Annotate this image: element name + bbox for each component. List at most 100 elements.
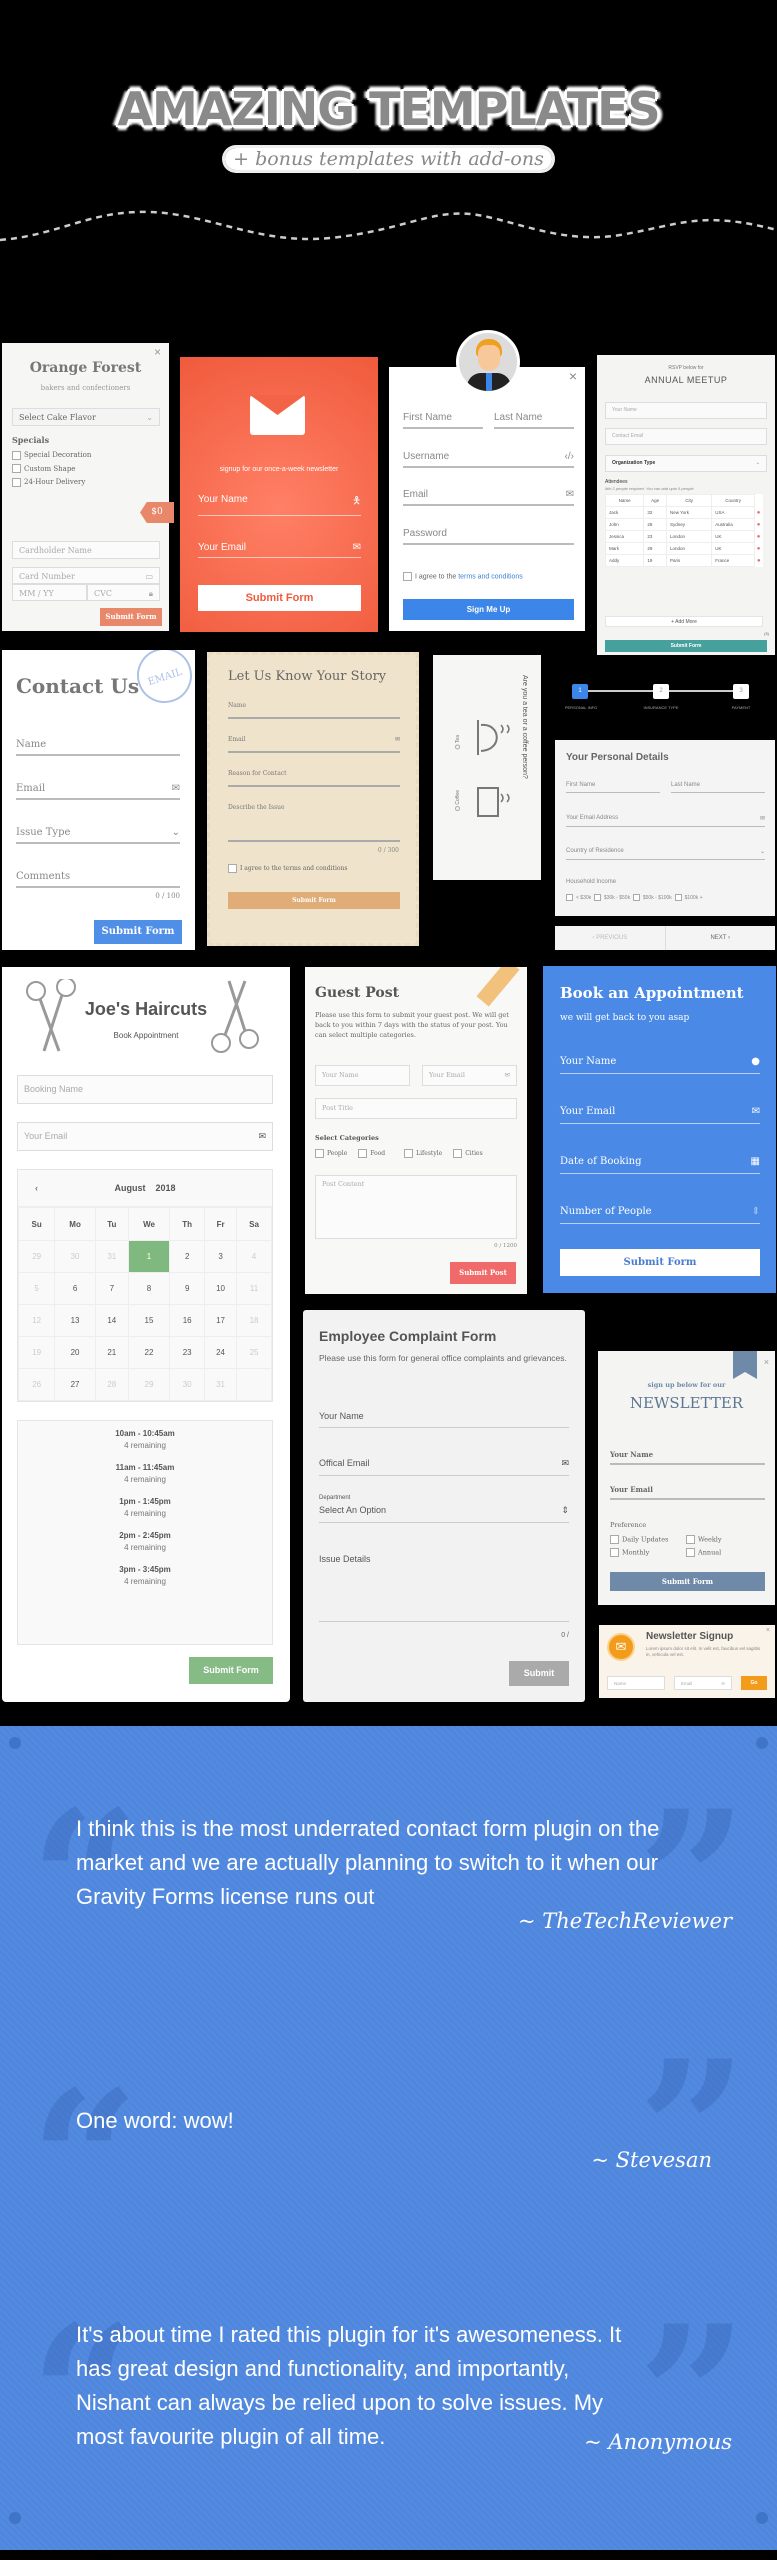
checkbox[interactable] <box>358 1149 368 1158</box>
checkbox[interactable] <box>566 894 573 901</box>
name-input[interactable]: Your Name <box>605 402 767 419</box>
last-name-field[interactable]: Last Name <box>494 412 574 429</box>
email-field[interactable]: Your Email <box>610 1485 765 1500</box>
checkbox[interactable] <box>610 1548 619 1557</box>
checkbox[interactable] <box>686 1548 695 1557</box>
calendar-day[interactable]: 20 <box>54 1336 96 1369</box>
category-option[interactable]: Cities <box>453 1149 483 1158</box>
remove-row-icon[interactable]: ● <box>755 519 763 531</box>
email-input[interactable]: Your Email ✉ <box>422 1065 517 1086</box>
post-title-input[interactable]: Post Title <box>315 1098 517 1119</box>
checkbox[interactable] <box>12 477 21 487</box>
calendar-day[interactable]: 21 <box>94 1336 129 1369</box>
name-field[interactable]: Your Name ● <box>560 1056 760 1074</box>
name-field[interactable]: Your Name <box>610 1450 765 1465</box>
reason-field[interactable]: Reason for Contact <box>228 770 400 787</box>
submit-button[interactable]: Submit Form <box>560 1249 760 1276</box>
calendar-day[interactable]: 6 <box>54 1272 96 1305</box>
sign-up-button[interactable]: Sign Me Up <box>403 599 574 620</box>
calendar-day[interactable]: 10 <box>204 1272 238 1305</box>
email-input[interactable]: Contact Email <box>605 428 767 445</box>
stepper-icon[interactable]: ⇕ <box>752 1206 760 1217</box>
income-option[interactable]: < $30k <box>566 894 591 901</box>
close-button[interactable]: × <box>764 1357 769 1367</box>
submit-button[interactable]: Submit Form <box>605 640 767 652</box>
close-button[interactable]: × <box>766 1627 770 1634</box>
checkbox[interactable] <box>593 894 601 901</box>
calendar-day[interactable]: 1 <box>127 1240 171 1273</box>
submit-button[interactable]: Submit Form <box>198 585 361 611</box>
calendar-day[interactable]: 8 <box>127 1272 171 1305</box>
name-input[interactable]: Name <box>607 1676 665 1690</box>
terms-checkbox-row[interactable]: I agree to the terms and conditions <box>403 572 523 581</box>
checkbox[interactable] <box>404 1149 414 1158</box>
calendar-day[interactable]: 17 <box>204 1304 238 1337</box>
time-slot[interactable]: 10am - 10:45am 4 remaining <box>18 1429 272 1450</box>
issue-details-field[interactable]: Issue Details <box>319 1554 569 1622</box>
cardholder-input[interactable]: Cardholder Name <box>12 541 160 559</box>
checkbox[interactable] <box>403 572 412 581</box>
checkbox[interactable] <box>674 894 682 901</box>
first-name-field[interactable]: First Name <box>566 782 660 793</box>
time-slot[interactable]: 2pm - 2:45pm 4 remaining <box>18 1531 272 1552</box>
cake-flavor-select[interactable]: Select Cake Flavor ⌄ <box>12 408 160 426</box>
close-button[interactable]: × <box>154 345 161 359</box>
time-slot[interactable]: 3pm - 3:45pm 4 remaining <box>18 1565 272 1586</box>
time-slot[interactable]: 1pm - 1:45pm 4 remaining <box>18 1497 272 1518</box>
checkbox[interactable] <box>453 1149 463 1158</box>
country-select[interactable]: Country of Residence ⌄ <box>566 848 765 860</box>
email-field[interactable]: Email ✉ <box>228 736 400 753</box>
preference-option[interactable]: Daily Updates <box>610 1535 686 1544</box>
terms-link[interactable]: terms and conditions <box>458 573 523 580</box>
department-select[interactable]: Select An Option ⇕ <box>319 1505 569 1523</box>
calendar-day[interactable]: 9 <box>169 1272 206 1305</box>
category-option[interactable]: People <box>315 1149 347 1158</box>
special-option[interactable]: 24-Hour Delivery <box>12 476 91 490</box>
cvc-input[interactable]: CVC 🔒︎ <box>87 584 160 601</box>
submit-button[interactable]: Submit <box>509 1661 569 1686</box>
step-2[interactable]: 2 <box>653 684 669 699</box>
calendar-day[interactable]: 23 <box>169 1336 206 1369</box>
remove-row-icon[interactable]: ● <box>755 555 763 567</box>
expiry-input[interactable]: MM / YY <box>12 584 87 601</box>
name-field[interactable]: Your Name 🯅 <box>198 494 361 516</box>
name-field[interactable]: Your Name <box>319 1411 569 1428</box>
submit-button[interactable]: Submit Form <box>228 892 400 909</box>
email-field[interactable]: Offical Email ✉ <box>319 1458 569 1476</box>
add-more-button[interactable]: + Add More <box>605 616 763 627</box>
email-field[interactable]: Your Email ✉ <box>560 1106 760 1124</box>
calendar-day[interactable]: 27 <box>54 1368 96 1401</box>
email-field[interactable]: Your Email Address ✉ <box>566 815 765 827</box>
username-field[interactable]: Username ‹/› <box>403 451 574 468</box>
calendar-day[interactable]: 24 <box>204 1336 238 1369</box>
describe-field[interactable]: Describe the Issue <box>228 804 400 842</box>
calendar-day[interactable]: 3 <box>204 1240 238 1273</box>
calendar-day[interactable]: 14 <box>94 1304 129 1337</box>
terms-checkbox-row[interactable]: I agree to the terms and conditions <box>228 864 347 873</box>
income-option[interactable]: $100k + <box>674 894 703 901</box>
checkbox[interactable] <box>12 450 21 460</box>
password-field[interactable]: Password <box>403 528 574 545</box>
checkbox[interactable] <box>12 464 21 473</box>
go-button[interactable]: Go <box>741 1676 767 1690</box>
submit-button[interactable]: Submit Form <box>610 1572 765 1591</box>
time-slot[interactable]: 11am - 11:45am 4 remaining <box>18 1463 272 1484</box>
issue-type-select[interactable]: Issue Type ⌄ <box>16 827 180 844</box>
checkbox[interactable] <box>228 864 237 873</box>
category-option[interactable]: Lifestyle <box>404 1149 442 1158</box>
org-type-select[interactable]: Organization Type ⌄ <box>605 455 767 472</box>
people-field[interactable]: Number of People ⇕ <box>560 1206 760 1224</box>
step-1[interactable]: 1 <box>572 684 588 699</box>
submit-post-button[interactable]: Submit Post <box>450 1262 516 1284</box>
calendar-day[interactable]: 15 <box>127 1304 171 1337</box>
first-name-field[interactable]: First Name <box>403 412 483 429</box>
remove-row-icon[interactable]: ● <box>755 507 763 519</box>
preference-option[interactable]: Annual <box>686 1548 762 1557</box>
checkbox[interactable] <box>632 894 640 901</box>
email-input[interactable]: Your Email ✉ <box>17 1122 273 1151</box>
submit-button[interactable]: Submit Form <box>94 920 182 944</box>
preference-option[interactable]: Monthly <box>610 1548 686 1557</box>
special-option[interactable]: Custom Shape <box>12 463 91 477</box>
income-option[interactable]: $50k - $100k <box>632 894 672 901</box>
special-option[interactable]: Special Decoration <box>12 449 91 463</box>
